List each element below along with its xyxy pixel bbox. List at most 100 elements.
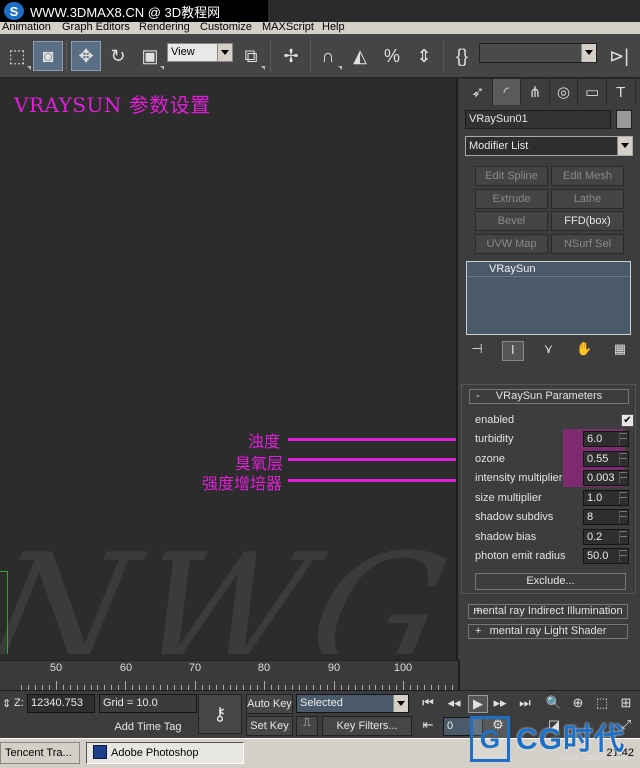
- show-end-result-icon[interactable]: I: [501, 341, 524, 361]
- default-in-out-tangents-icon[interactable]: ⎍: [296, 716, 318, 736]
- ffd-box-button[interactable]: FFD(box): [551, 211, 624, 231]
- viewport[interactable]: VRAYSUN 参数设置 NWG 浊度 臭氧层 强度增培器: [0, 79, 456, 654]
- mental-ray-light-shader-rollout[interactable]: + mental ray Light Shader: [468, 624, 628, 639]
- menu-graph-editors[interactable]: Graph Editors: [62, 22, 130, 33]
- zoom-extents-all-icon[interactable]: ⊞: [616, 695, 636, 711]
- goto-end-icon[interactable]: ⏭: [515, 695, 535, 711]
- shadow-subdivs-spinner[interactable]: 8: [583, 509, 629, 525]
- edit-named-selection-icon[interactable]: {}: [447, 41, 477, 71]
- remove-modifier-icon[interactable]: ✋: [573, 341, 595, 361]
- z-arrows-icon[interactable]: ⇕: [2, 697, 11, 710]
- zoom-all-icon[interactable]: ⊕: [568, 695, 588, 711]
- modifier-list-label: Modifier List: [469, 140, 529, 152]
- pivot-center-icon[interactable]: ⧉: [236, 41, 266, 71]
- bevel-button[interactable]: Bevel: [475, 211, 548, 231]
- exclude-button[interactable]: Exclude...: [475, 573, 626, 590]
- annotation-turbidity: 浊度: [247, 434, 280, 451]
- annotation-line: [288, 479, 456, 482]
- stack-toolbar: ⊣ I ⋎ ✋ ▦: [466, 341, 631, 361]
- tick-label: 100: [393, 662, 413, 674]
- menu-maxscript[interactable]: MAXScript: [262, 22, 314, 33]
- stack-item-vraysun[interactable]: VRaySun: [467, 262, 630, 277]
- percent-snap-icon[interactable]: %: [377, 41, 407, 71]
- pin-stack-icon[interactable]: ⊣: [466, 341, 488, 361]
- spinner-snap-icon[interactable]: ⇕: [409, 41, 439, 71]
- object-color-swatch[interactable]: [616, 110, 632, 129]
- select-scale-icon[interactable]: ▣: [135, 41, 165, 71]
- param-photon-emit-radius: photon emit radius 50.0: [475, 548, 629, 565]
- modifier-stack[interactable]: VRaySun: [466, 261, 631, 335]
- menu-rendering[interactable]: Rendering: [139, 22, 190, 33]
- mental-ray-indirect-illumination-rollout[interactable]: + mental ray Indirect Illumination: [468, 604, 628, 619]
- key-mode-icon[interactable]: ⚷: [198, 694, 242, 734]
- modifier-list-select[interactable]: Modifier List: [465, 136, 633, 156]
- zoom-icon[interactable]: 🔍: [544, 695, 564, 711]
- hierarchy-tab-icon[interactable]: ⋔: [521, 79, 550, 105]
- set-key-button[interactable]: Set Key: [246, 716, 293, 736]
- param-shadow-subdivs: shadow subdivs 8: [475, 509, 629, 526]
- rollout-header[interactable]: - VRaySun Parameters: [469, 389, 629, 404]
- create-tab-icon[interactable]: ➶: [464, 79, 493, 105]
- page-title: VRAYSUN 参数设置: [14, 93, 211, 117]
- cgtime-logo-icon: G: [470, 716, 510, 762]
- chevron-down-icon[interactable]: [393, 695, 408, 712]
- selected-value: Selected: [300, 697, 343, 709]
- reference-coordinate-select[interactable]: View: [167, 43, 233, 62]
- utilities-tab-icon[interactable]: T: [607, 79, 636, 105]
- key-mode-toggle-icon[interactable]: ⇤: [418, 717, 438, 733]
- size-multiplier-spinner[interactable]: 1.0: [583, 490, 629, 506]
- menu-animation[interactable]: Animation: [2, 22, 51, 33]
- enabled-checkbox[interactable]: ✔: [621, 414, 634, 427]
- menu-customize[interactable]: Customize: [200, 22, 252, 33]
- select-region-icon[interactable]: ⬚: [2, 41, 32, 71]
- mirror-icon[interactable]: ⊳|: [604, 41, 634, 71]
- display-tab-icon[interactable]: ▭: [578, 79, 607, 105]
- param-label: shadow subdivs: [475, 511, 554, 523]
- angle-snap-icon[interactable]: ◭: [345, 41, 375, 71]
- command-panel-tabs: ➶ ◜ ⋔ ◎ ▭ T: [464, 79, 636, 105]
- make-unique-icon[interactable]: ⋎: [538, 341, 560, 361]
- selected-select[interactable]: Selected: [296, 694, 409, 713]
- modify-tab-icon[interactable]: ◜: [492, 79, 522, 105]
- key-filters-button[interactable]: Key Filters...: [322, 716, 412, 736]
- extrude-button[interactable]: Extrude: [475, 189, 548, 209]
- param-size-multiplier: size multiplier 1.0: [475, 490, 629, 507]
- edit-mesh-button[interactable]: Edit Mesh: [551, 166, 624, 186]
- select-move-icon[interactable]: ✥: [71, 41, 101, 71]
- taskbar-item-label: Adobe Photoshop: [111, 747, 199, 759]
- turbidity-spinner[interactable]: 6.0: [583, 431, 629, 447]
- param-label: photon emit radius: [475, 550, 566, 562]
- intensity-multiplier-spinner[interactable]: 0.003: [583, 470, 629, 486]
- menu-bar: Animation Graph Editors Rendering Custom…: [0, 22, 640, 34]
- chevron-down-icon[interactable]: [617, 137, 632, 155]
- shadow-bias-spinner[interactable]: 0.2: [583, 529, 629, 545]
- taskbar-item-tencent[interactable]: Tencent Tra...: [0, 742, 80, 764]
- chevron-down-icon[interactable]: [581, 44, 596, 62]
- select-by-name-icon[interactable]: ◙: [33, 41, 63, 71]
- zoom-extents-icon[interactable]: ⬚: [592, 695, 612, 711]
- ozone-spinner[interactable]: 0.55: [583, 451, 629, 467]
- next-frame-icon[interactable]: ▸▸: [490, 695, 510, 711]
- taskbar-item-photoshop[interactable]: Adobe Photoshop: [86, 742, 244, 764]
- menu-help[interactable]: Help: [322, 22, 345, 33]
- edit-spline-button[interactable]: Edit Spline: [475, 166, 548, 186]
- lathe-button[interactable]: Lathe: [551, 189, 624, 209]
- select-manipulate-icon[interactable]: ✢: [276, 41, 306, 71]
- previous-frame-icon[interactable]: ◂◂: [444, 695, 464, 711]
- object-name-field[interactable]: VRaySun01: [465, 110, 611, 129]
- named-selection-set-select[interactable]: [479, 43, 597, 63]
- track-bar[interactable]: 50 60 70 80 90 100: [0, 660, 474, 690]
- motion-tab-icon[interactable]: ◎: [550, 79, 579, 105]
- photon-emit-radius-spinner[interactable]: 50.0: [583, 548, 629, 564]
- select-rotate-icon[interactable]: ↻: [103, 41, 133, 71]
- snap-toggle-icon[interactable]: ∩: [313, 41, 343, 71]
- z-coordinate-field[interactable]: 12340.753: [27, 694, 95, 713]
- auto-key-button[interactable]: Auto Key: [246, 694, 293, 714]
- configure-modifier-sets-icon[interactable]: ▦: [609, 341, 631, 361]
- uvw-map-button[interactable]: UVW Map: [475, 234, 548, 254]
- chevron-down-icon[interactable]: [217, 44, 232, 61]
- nsurf-sel-button[interactable]: NSurf Sel: [551, 234, 624, 254]
- goto-start-icon[interactable]: ⏮: [418, 695, 438, 711]
- add-time-tag-button[interactable]: Add Time Tag: [99, 717, 197, 737]
- play-icon[interactable]: ▶: [468, 695, 488, 713]
